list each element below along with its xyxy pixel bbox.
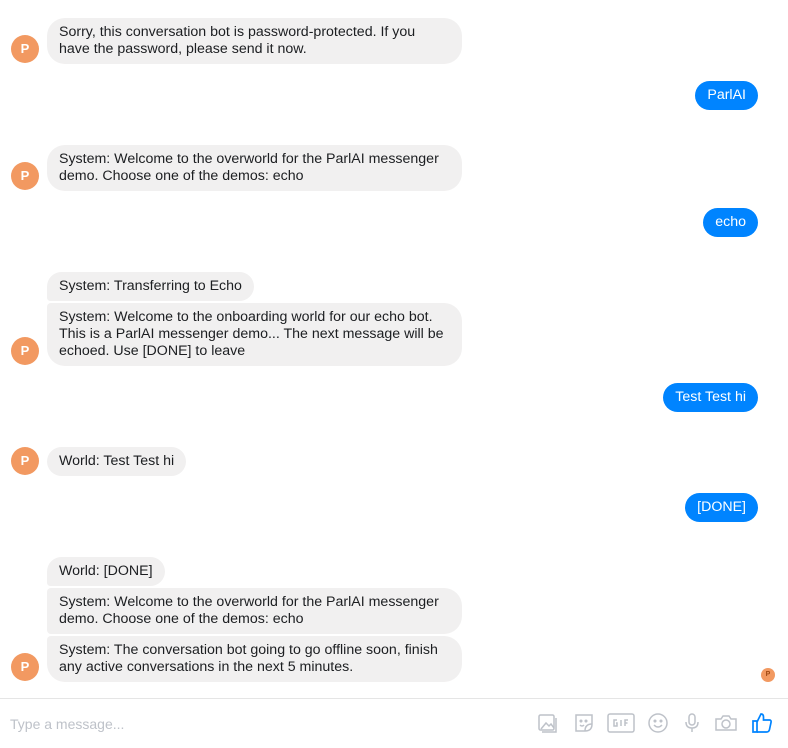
outgoing-message: Test Test hi [663, 383, 758, 412]
camera-icon[interactable] [714, 711, 738, 735]
incoming-message: World: Test Test hi [47, 447, 187, 476]
outgoing-message: echo [703, 208, 758, 237]
avatar: P [11, 447, 39, 475]
avatar: P [11, 162, 39, 190]
avatar: P [11, 337, 39, 365]
incoming-message: World: [DONE] [47, 557, 165, 586]
incoming-message: System: Welcome to the overworld for the… [47, 145, 462, 191]
image-icon[interactable] [535, 711, 559, 735]
thumbs-up-icon[interactable] [750, 711, 774, 735]
incoming-message: Sorry, this conversation bot is password… [47, 18, 462, 64]
microphone-icon[interactable] [680, 711, 704, 735]
avatar: P [11, 35, 39, 63]
sticker-icon[interactable] [572, 711, 596, 735]
outgoing-message: [DONE] [685, 493, 758, 522]
emoji-icon[interactable] [646, 711, 670, 735]
incoming-message: System: Welcome to the overworld for the… [47, 588, 462, 634]
outgoing-message: ParlAI [695, 81, 758, 110]
message-input[interactable] [10, 713, 510, 735]
gif-icon[interactable] [607, 711, 635, 735]
avatar: P [11, 653, 39, 681]
incoming-message: System: Transferring to Echo [47, 272, 254, 301]
incoming-message: System: The conversation bot going to go… [47, 636, 462, 682]
incoming-message: System: Welcome to the onboarding world … [47, 303, 462, 366]
seen-indicator-avatar: P [761, 668, 775, 682]
message-composer [0, 698, 788, 748]
